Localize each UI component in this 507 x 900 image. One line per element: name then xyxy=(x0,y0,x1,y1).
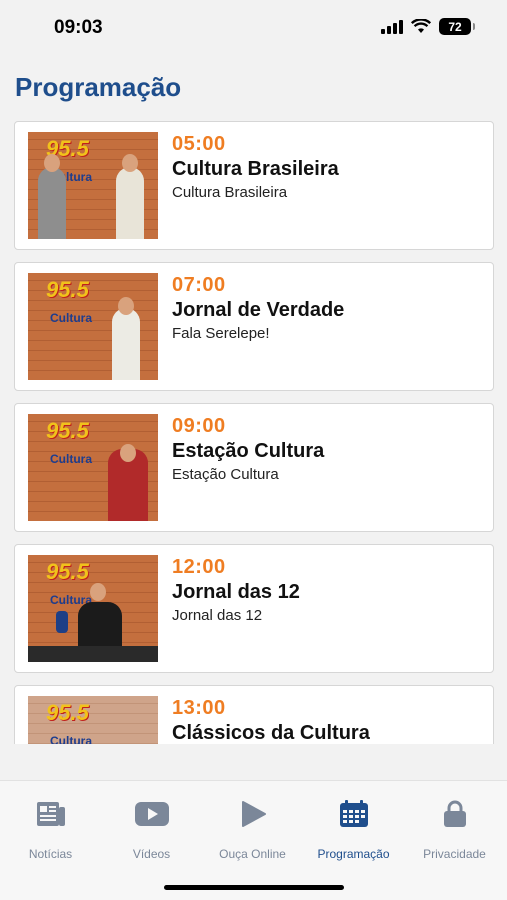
person-head xyxy=(118,297,134,315)
tab-bar: Notícias Vídeos Ouça Online Programação … xyxy=(0,780,507,900)
logo-number: 95.5 xyxy=(46,559,89,584)
lock-icon xyxy=(404,799,505,829)
program-title: Jornal das 12 xyxy=(172,581,300,603)
program-title: Estação Cultura xyxy=(172,440,325,462)
logo-word: Cultura xyxy=(50,311,92,325)
video-icon xyxy=(101,799,202,829)
person-figure xyxy=(116,167,144,239)
program-title: Jornal de Verdade xyxy=(172,299,345,321)
program-time: 13:00 xyxy=(172,697,226,719)
tab-programacao[interactable]: Programação xyxy=(303,799,404,861)
logo-number: 95.5 xyxy=(46,700,89,725)
schedule-item[interactable]: 95.5 Cultura 12:00 Jornal das 12 Jornal … xyxy=(14,544,494,673)
logo-number: 95.5 xyxy=(46,418,89,443)
program-thumbnail: 95.5 Cultura xyxy=(28,132,158,239)
program-thumbnail: 95.5 Cultura xyxy=(28,696,158,744)
logo-word: Cultura xyxy=(50,734,92,744)
program-time: 12:00 xyxy=(172,556,226,578)
program-time: 09:00 xyxy=(172,415,226,437)
home-indicator xyxy=(164,885,344,890)
tab-ouca-online[interactable]: Ouça Online xyxy=(202,799,303,861)
program-info: 13:00 Clássicos da Cultura xyxy=(172,696,370,744)
page-title: Programação xyxy=(15,72,182,102)
program-info: 12:00 Jornal das 12 Jornal das 12 xyxy=(172,555,300,624)
person-head xyxy=(122,154,138,172)
calendar-icon xyxy=(303,799,404,829)
program-subtitle: Jornal das 12 xyxy=(172,607,263,624)
status-icons: 72 xyxy=(381,18,475,35)
tab-label: Ouça Online xyxy=(219,847,286,861)
studio-desk xyxy=(28,646,158,662)
schedule-item[interactable]: 95.5 Cultura 09:00 Estação Cultura Estaç… xyxy=(14,403,494,532)
program-subtitle: Estação Cultura xyxy=(172,466,279,483)
program-time: 07:00 xyxy=(172,274,226,296)
play-icon xyxy=(202,799,303,829)
tab-noticias[interactable]: Notícias xyxy=(0,799,101,861)
logo-number: 95.5 xyxy=(46,277,89,302)
program-subtitle: Cultura Brasileira xyxy=(172,184,288,201)
status-time: 09:03 xyxy=(54,17,103,38)
program-subtitle: Fala Serelepe! xyxy=(172,325,270,342)
program-info: 05:00 Cultura Brasileira Cultura Brasile… xyxy=(172,132,339,201)
battery-level: 72 xyxy=(448,19,462,34)
schedule-item[interactable]: 95.5 Cultura 05:00 Cultura Brasileira Cu… xyxy=(14,121,494,250)
schedule-item[interactable]: 95.5 Cultura 13:00 Clássicos da Cultura xyxy=(14,685,494,744)
person-head xyxy=(44,154,60,172)
tab-privacidade[interactable]: Privacidade xyxy=(404,799,505,861)
person-figure xyxy=(112,308,140,380)
person-figure xyxy=(38,167,66,239)
program-info: 09:00 Estação Cultura Estação Cultura xyxy=(172,414,324,483)
logo-word: Cultura xyxy=(50,452,92,466)
program-title: Cultura Brasileira xyxy=(172,158,339,180)
tab-label: Notícias xyxy=(28,847,73,861)
program-thumbnail: 95.5 Cultura xyxy=(28,414,158,521)
tab-label: Vídeos xyxy=(132,847,171,861)
status-bar: 09:03 72 xyxy=(0,0,507,56)
person-head xyxy=(120,444,136,462)
program-title: Clássicos da Cultura xyxy=(172,722,370,744)
tab-label: Privacidade xyxy=(423,847,486,861)
schedule-list[interactable]: 95.5 Cultura 05:00 Cultura Brasileira Cu… xyxy=(14,121,494,744)
program-info: 07:00 Jornal de Verdade Fala Serelepe! xyxy=(172,273,344,342)
program-thumbnail: 95.5 Cultura xyxy=(28,273,158,380)
microphone-icon xyxy=(56,611,68,633)
tab-label: Programação xyxy=(317,847,390,861)
signal-icon xyxy=(381,19,403,34)
battery-icon: 72 xyxy=(439,18,475,35)
schedule-item[interactable]: 95.5 Cultura 07:00 Jornal de Verdade Fal… xyxy=(14,262,494,391)
person-head xyxy=(90,583,106,601)
program-thumbnail: 95.5 Cultura xyxy=(28,555,158,662)
program-time: 05:00 xyxy=(172,133,226,155)
newspaper-icon xyxy=(0,799,101,829)
wifi-icon xyxy=(411,19,431,33)
tab-videos[interactable]: Vídeos xyxy=(101,799,202,861)
